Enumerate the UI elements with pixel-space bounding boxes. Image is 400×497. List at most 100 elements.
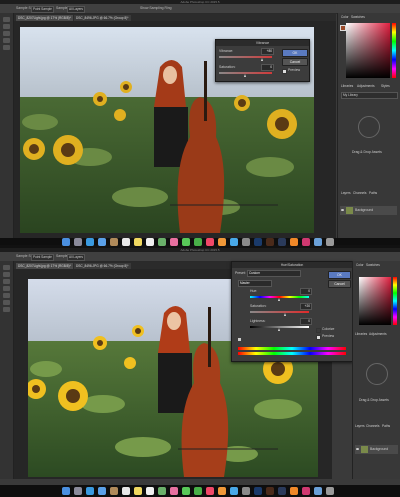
reminders-icon[interactable]	[146, 487, 154, 495]
colorize-checkbox[interactable]	[316, 328, 321, 333]
facetime-icon[interactable]	[194, 487, 202, 495]
calendar-icon[interactable]	[122, 487, 130, 495]
ibooks-icon[interactable]	[218, 487, 226, 495]
tab-paths[interactable]: Paths	[381, 423, 391, 429]
eyedropper-tool-icon[interactable]	[3, 293, 10, 298]
tab-swatches[interactable]: Swatches	[365, 262, 381, 268]
lightness-value-field[interactable]: 0	[300, 318, 312, 325]
cancel-button[interactable]: Cancel	[282, 58, 308, 66]
tab-adjustments[interactable]: Adjustments	[368, 331, 388, 337]
bridge-icon[interactable]	[266, 238, 274, 246]
vibrance-value-field[interactable]: +80	[261, 48, 274, 55]
tab-paths[interactable]: Paths	[368, 190, 378, 196]
ok-button[interactable]: OK	[282, 49, 308, 57]
calendar-icon[interactable]	[122, 238, 130, 246]
move-tool-icon[interactable]	[3, 265, 10, 270]
lightroom-icon[interactable]	[278, 238, 286, 246]
mail-icon[interactable]	[98, 238, 106, 246]
marquee-tool-icon[interactable]	[3, 272, 10, 277]
launchpad-icon[interactable]	[74, 238, 82, 246]
contacts-icon[interactable]	[110, 238, 118, 246]
eye-icon[interactable]	[356, 448, 359, 450]
photoshop-icon[interactable]	[254, 487, 262, 495]
preferences-icon[interactable]	[242, 487, 250, 495]
vibrance-slider-knob[interactable]	[261, 58, 263, 61]
safari-icon[interactable]	[86, 487, 94, 495]
eraser-tool-icon[interactable]	[3, 307, 10, 312]
lasso-tool-icon[interactable]	[3, 279, 10, 284]
move-tool-icon[interactable]	[3, 17, 10, 22]
tab-channels[interactable]: Channels	[352, 190, 367, 196]
maps-icon[interactable]	[158, 238, 166, 246]
folder-icon[interactable]	[314, 238, 322, 246]
appstore-icon[interactable]	[230, 487, 238, 495]
hue-strip[interactable]	[393, 277, 397, 325]
ok-button[interactable]: OK	[328, 271, 351, 279]
reminders-icon[interactable]	[146, 238, 154, 246]
eyedropper-tool-icon[interactable]	[3, 45, 10, 50]
preset-select[interactable]: Custom	[247, 270, 301, 277]
music-icon[interactable]	[206, 487, 214, 495]
channel-select[interactable]: Master	[238, 280, 272, 287]
appstore-icon[interactable]	[230, 238, 238, 246]
brush-tool-icon[interactable]	[3, 300, 10, 305]
trash-icon[interactable]	[326, 238, 334, 246]
preferences-icon[interactable]	[242, 238, 250, 246]
sample-select[interactable]: All Layers	[67, 5, 85, 13]
ibooks-icon[interactable]	[218, 238, 226, 246]
saturation-value-field[interactable]: 0	[261, 64, 274, 71]
marquee-tool-icon[interactable]	[3, 24, 10, 29]
sample-size-select[interactable]: Point Sample	[31, 253, 54, 261]
tab-layers[interactable]: Layers	[340, 190, 352, 196]
tab-channels[interactable]: Channels	[365, 423, 380, 429]
tab-styles[interactable]: Styles	[380, 83, 391, 89]
sample-size-select[interactable]: Point Sample	[31, 5, 54, 13]
mail-icon[interactable]	[98, 487, 106, 495]
notes-icon[interactable]	[134, 487, 142, 495]
lightroom-icon[interactable]	[278, 487, 286, 495]
bridge-icon[interactable]	[266, 487, 274, 495]
saturation-slider-knob[interactable]	[284, 313, 286, 316]
preview-checkbox[interactable]	[316, 335, 321, 340]
fg-swatch[interactable]	[340, 25, 346, 31]
saturation-slider-knob[interactable]	[244, 74, 246, 77]
color-picker-field[interactable]	[346, 23, 390, 78]
cancel-button[interactable]: Cancel	[328, 280, 351, 288]
hue-slider-knob[interactable]	[278, 298, 280, 301]
eyedropper-icon[interactable]	[238, 338, 241, 341]
eye-icon[interactable]	[341, 209, 344, 211]
hue-strip[interactable]	[392, 23, 396, 78]
tab-adjustments[interactable]: Adjustments	[356, 83, 376, 89]
tab-color[interactable]: Color	[355, 262, 365, 268]
facetime-icon[interactable]	[194, 238, 202, 246]
music-icon[interactable]	[206, 238, 214, 246]
trash-icon[interactable]	[326, 487, 334, 495]
lasso-tool-icon[interactable]	[3, 31, 10, 36]
crop-tool-icon[interactable]	[3, 286, 10, 291]
layer-row[interactable]: Background	[340, 206, 397, 215]
indesign-icon[interactable]	[302, 487, 310, 495]
crop-tool-icon[interactable]	[3, 38, 10, 43]
photos-icon[interactable]	[170, 238, 178, 246]
contacts-icon[interactable]	[110, 487, 118, 495]
messages-icon[interactable]	[182, 238, 190, 246]
folder-icon[interactable]	[314, 487, 322, 495]
photos-icon[interactable]	[170, 487, 178, 495]
launchpad-icon[interactable]	[74, 487, 82, 495]
saturation-value-field[interactable]: +20	[300, 303, 312, 310]
messages-icon[interactable]	[182, 487, 190, 495]
tab-color[interactable]: Color	[340, 14, 350, 20]
illustrator-icon[interactable]	[290, 487, 298, 495]
show-ring-label[interactable]: Show Sampling Ring	[140, 6, 171, 10]
color-picker-field[interactable]	[359, 277, 391, 325]
library-select[interactable]: My Library	[341, 92, 398, 99]
tab-layers[interactable]: Layers	[354, 423, 366, 429]
tab-libraries[interactable]: Libraries	[354, 331, 368, 337]
maps-icon[interactable]	[158, 487, 166, 495]
indesign-icon[interactable]	[302, 238, 310, 246]
preview-checkbox[interactable]	[282, 69, 287, 74]
sample-select[interactable]: All Layers	[67, 253, 85, 261]
tab-libraries[interactable]: Libraries	[340, 83, 354, 89]
notes-icon[interactable]	[134, 238, 142, 246]
vibrance-slider[interactable]	[219, 56, 272, 58]
